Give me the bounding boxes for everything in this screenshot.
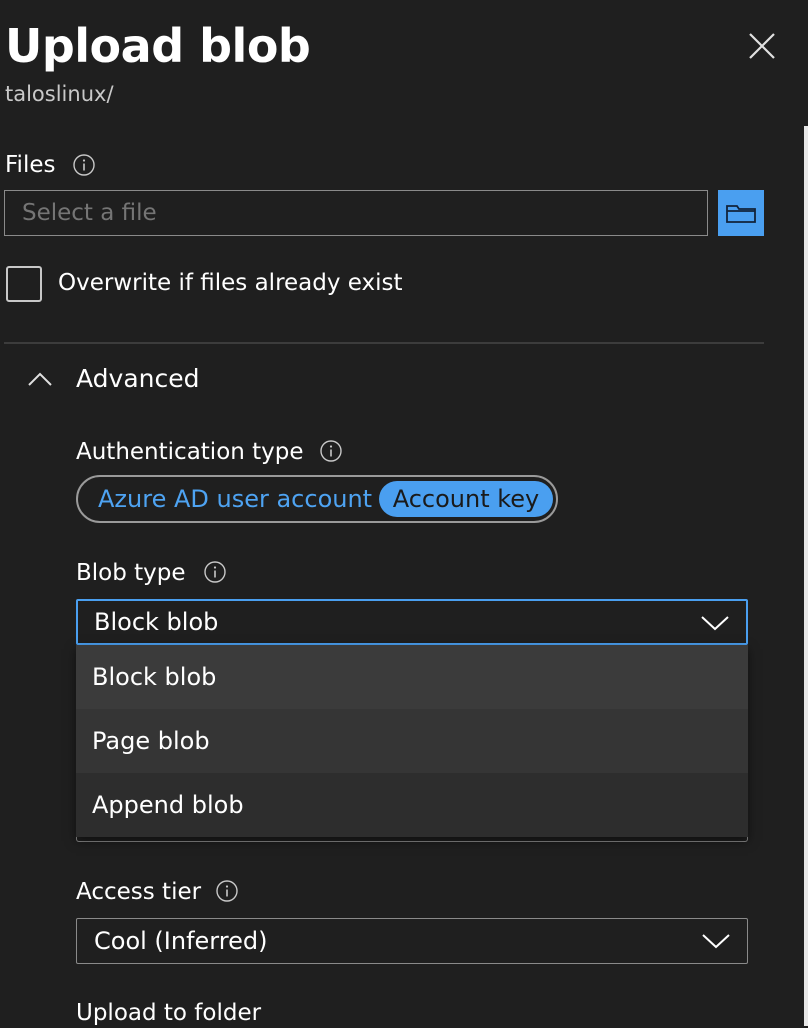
file-input[interactable] xyxy=(4,190,708,236)
info-icon[interactable] xyxy=(216,880,238,902)
page-title: Upload blob xyxy=(5,19,311,73)
chevron-down-icon xyxy=(702,934,730,949)
advanced-toggle[interactable]: Advanced xyxy=(76,364,200,394)
auth-option-account-key[interactable]: Account key xyxy=(379,481,553,517)
folder-icon xyxy=(726,205,756,223)
access-tier-select[interactable]: Cool (Inferred) xyxy=(76,918,748,964)
overwrite-label: Overwrite if files already exist xyxy=(58,270,403,296)
info-icon[interactable] xyxy=(320,440,342,462)
dropdown-option-append-blob[interactable]: Append blob xyxy=(76,773,748,837)
blob-type-dropdown: Block blob Page blob Append blob xyxy=(76,645,748,837)
chevron-down-icon xyxy=(701,616,729,631)
dropdown-option-block-blob[interactable]: Block blob xyxy=(76,645,748,709)
scrollbar[interactable] xyxy=(804,126,808,1026)
access-tier-label: Access tier xyxy=(76,879,202,905)
info-icon[interactable] xyxy=(204,561,226,583)
files-label: Files xyxy=(5,152,56,178)
close-icon[interactable] xyxy=(744,28,780,64)
blob-type-value: Block blob xyxy=(94,608,219,636)
upload-folder-label: Upload to folder xyxy=(76,1000,262,1026)
page-subtitle: taloslinux/ xyxy=(5,82,114,106)
chevron-up-icon[interactable] xyxy=(26,366,54,394)
divider xyxy=(4,342,764,344)
blob-type-label: Blob type xyxy=(76,560,186,586)
auth-option-azure-ad[interactable]: Azure AD user account xyxy=(98,481,372,517)
overwrite-checkbox[interactable] xyxy=(6,266,42,302)
access-tier-value: Cool (Inferred) xyxy=(94,927,268,955)
files-label-row: Files xyxy=(5,150,55,180)
browse-files-button[interactable] xyxy=(718,190,764,236)
dropdown-option-page-blob[interactable]: Page blob xyxy=(76,709,748,773)
auth-type-label: Authentication type xyxy=(76,439,304,465)
blob-type-select[interactable]: Block blob xyxy=(76,599,748,645)
info-icon[interactable] xyxy=(73,154,95,176)
